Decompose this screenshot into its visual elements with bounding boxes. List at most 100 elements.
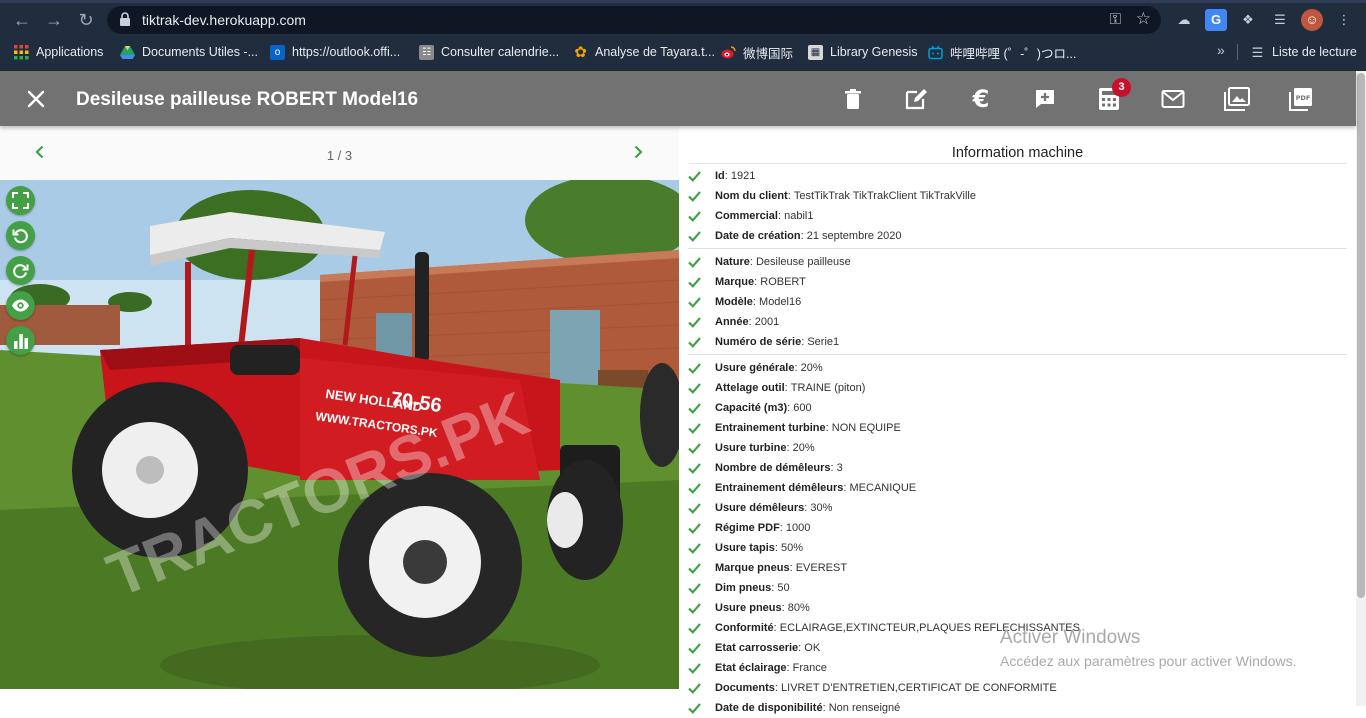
bookmark-label: Consulter calendrie... (441, 45, 560, 59)
rotate-left-icon (12, 229, 28, 244)
page-scrollbar-thumb[interactable] (1357, 73, 1365, 598)
bookmark-label: Library Genesis (830, 45, 918, 59)
chart-button[interactable] (6, 326, 35, 355)
rotate-right-button[interactable] (6, 256, 35, 285)
back-arrow-icon[interactable]: ← (10, 9, 34, 31)
windows-activation-text: Accédez aux paramètres pour activer Wind… (1000, 653, 1297, 669)
profile-avatar-icon[interactable]: ☺ (1301, 9, 1323, 31)
tayara-icon: ✿ (574, 43, 587, 61)
browser-chrome: ← → ↻ tiktrak-dev.herokuapp.com ⚿ ☆ ☁ G … (0, 0, 1366, 71)
bookmark-applications[interactable]: Applications (14, 43, 103, 61)
forward-arrow-icon[interactable]: → (42, 9, 66, 31)
address-bar[interactable]: tiktrak-dev.herokuapp.com ⚿ ☆ (107, 6, 1161, 34)
info-row: Modèle: Model16 (679, 292, 1356, 312)
check-icon (688, 623, 701, 634)
view-button[interactable] (6, 291, 35, 320)
edit-button[interactable] (904, 86, 930, 112)
info-value: 2001 (754, 316, 780, 328)
photos-button[interactable] (1224, 86, 1250, 112)
bookmark-weibo[interactable]: 微博国际 (721, 43, 793, 61)
machine-photo[interactable]: NEW HOLLAND 70-56 WWW.TRACTORS.PK TRACTO… (0, 180, 679, 689)
chevron-right-icon[interactable] (630, 144, 646, 160)
info-value: MECANIQUE (849, 482, 917, 494)
extensions-puzzle-icon[interactable]: ❖ (1237, 9, 1259, 31)
bookmark-calendrier[interactable]: ☷ Consulter calendrie... (419, 43, 559, 61)
translate-extension-icon[interactable]: G (1205, 9, 1227, 31)
bilibili-icon (928, 45, 943, 60)
info-label: Usure démêleurs (715, 502, 805, 514)
info-value: ROBERT (760, 276, 806, 288)
calculator-button[interactable]: 3 (1096, 78, 1131, 112)
rotate-left-button[interactable] (6, 221, 35, 250)
app-header: Desileuse pailleuse ROBERT Model16 € 3 P… (0, 71, 1356, 126)
info-label: Attelage outil (715, 382, 785, 394)
photo-library-icon (1224, 87, 1250, 111)
info-row: Commercial: nabil1 (679, 206, 1356, 226)
lock-icon (120, 12, 130, 26)
check-icon (688, 277, 701, 288)
info-label: Modèle (715, 296, 753, 308)
bookmark-library-genesis[interactable]: ▦ Library Genesis (808, 43, 918, 61)
add-box-icon (1036, 90, 1054, 108)
pdf-button[interactable]: PDF (1288, 86, 1314, 112)
pdf-icon: PDF (1289, 88, 1312, 111)
eye-icon (12, 299, 29, 312)
info-value: 30% (810, 502, 833, 514)
trash-icon (845, 89, 861, 109)
check-icon (688, 443, 701, 454)
info-value: nabil1 (784, 210, 814, 222)
info-row: Usure démêleurs: 30% (679, 498, 1356, 518)
more-bookmarks-button[interactable]: » (1217, 42, 1225, 58)
key-icon[interactable]: ⚿ (1110, 11, 1121, 28)
bookmark-outlook[interactable]: o https://outlook.offi... (270, 43, 400, 61)
delete-button[interactable] (840, 86, 866, 112)
browser-menu-icon[interactable]: ⋮ (1333, 9, 1355, 31)
info-row: Attelage outil: TRAINE (piton) (679, 378, 1356, 398)
info-value: NON EQUIPE (831, 422, 901, 434)
info-row: Marque pneus: EVEREST (679, 558, 1356, 578)
info-row: Nom du client: TestTikTrak TikTrakClient… (679, 186, 1356, 206)
reload-icon[interactable]: ↻ (74, 9, 98, 31)
check-icon (688, 543, 701, 554)
reading-list-button[interactable]: ☰ Liste de lecture (1250, 43, 1357, 61)
close-icon[interactable] (24, 87, 48, 111)
info-label: Année (715, 316, 749, 328)
bookmark-label: 哔哩哔哩 (゜-゜)つロ... (950, 46, 1077, 61)
media-control-icon[interactable]: ☰ (1269, 9, 1291, 31)
euro-icon: € (972, 85, 990, 113)
info-title: Information machine (951, 145, 1084, 161)
check-icon (688, 171, 701, 182)
info-value: TRAINE (piton) (790, 382, 866, 394)
check-icon (688, 663, 701, 674)
info-value: LIVRET D'ENTRETIEN,CERTIFICAT DE CONFORM… (781, 682, 1057, 694)
calendar-icon: ☷ (419, 44, 434, 60)
info-row: Date de disponibilité: Non renseigné (679, 698, 1356, 718)
check-icon (688, 211, 701, 222)
info-value: OK (804, 642, 821, 654)
bookmark-label: https://outlook.offi... (292, 45, 401, 59)
bookmark-bilibili[interactable]: 哔哩哔哩 (゜-゜)つロ... (928, 43, 1076, 61)
bookmark-documents-utiles[interactable]: Documents Utiles -... (120, 43, 258, 61)
bookmark-tayara[interactable]: ✿ Analyse de Tayara.t... (573, 43, 715, 61)
add-comment-button[interactable] (1032, 86, 1058, 112)
info-value: 600 (793, 402, 812, 414)
info-value: 21 septembre 2020 (806, 230, 902, 242)
info-group-divider (688, 354, 1347, 355)
info-row: Numéro de série: Serie1 (679, 332, 1356, 352)
info-row: Régime PDF: 1000 (679, 518, 1356, 538)
email-button[interactable] (1160, 86, 1186, 112)
info-label: Etat éclairage (715, 662, 787, 674)
cloud-extension-icon[interactable]: ☁ (1173, 9, 1195, 31)
bookmark-star-icon[interactable]: ☆ (1136, 9, 1151, 29)
price-button[interactable]: € (968, 85, 994, 113)
check-icon (688, 363, 701, 374)
info-row: Documents: LIVRET D'ENTRETIEN,CERTIFICAT… (679, 678, 1356, 698)
info-value: Non renseigné (828, 702, 901, 714)
info-row: Dim pneus: 50 (679, 578, 1356, 598)
info-value: TestTikTrak TikTrakClient TikTrakVille (793, 190, 976, 202)
bookmarks-bar: Applications Documents Utiles -... o htt… (0, 40, 1366, 64)
fullscreen-button[interactable] (6, 186, 35, 215)
check-icon (688, 483, 701, 494)
check-icon (688, 463, 701, 474)
info-row: Année: 2001 (679, 312, 1356, 332)
